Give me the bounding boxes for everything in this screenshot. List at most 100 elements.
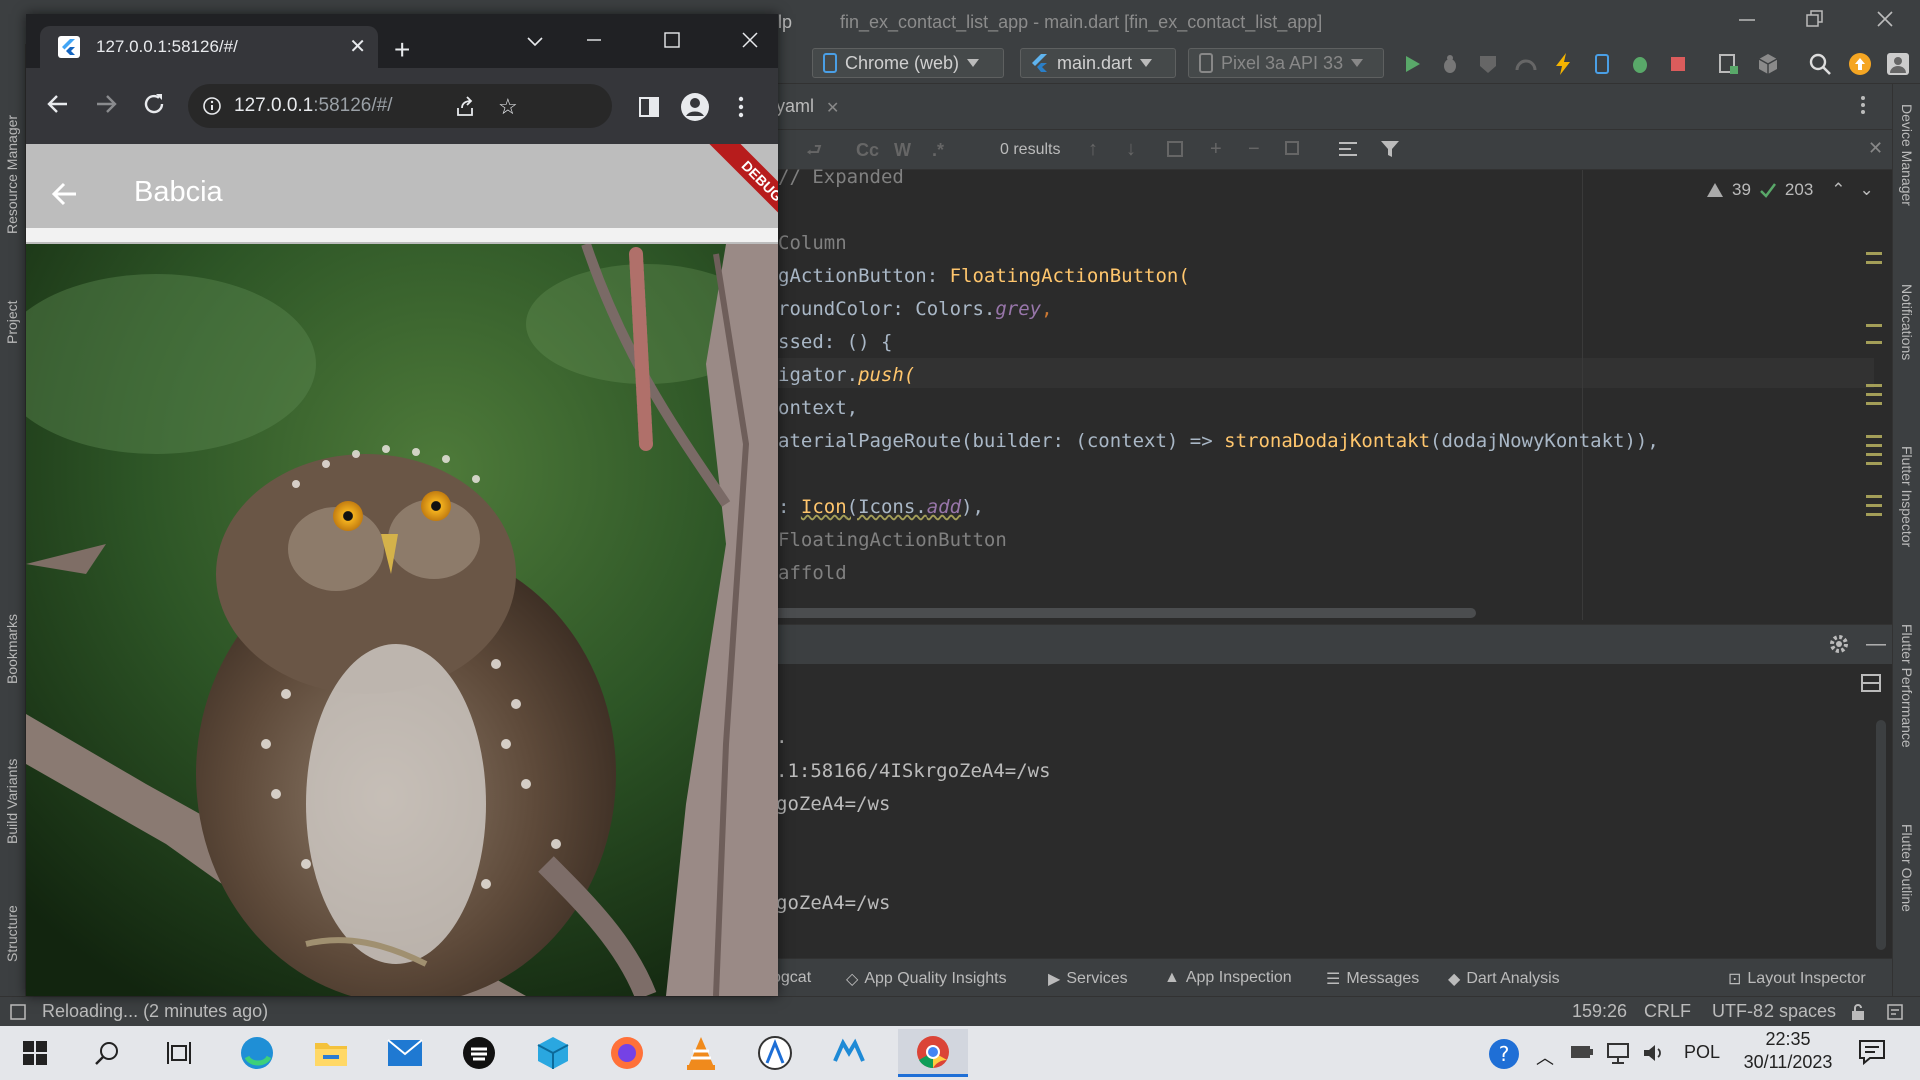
panel-project[interactable]: Project: [4, 300, 20, 344]
error-stripe[interactable]: [1866, 250, 1882, 590]
close-tab-icon[interactable]: ✕: [826, 98, 839, 118]
debug-icon[interactable]: [1438, 52, 1462, 76]
filter-lines-icon[interactable]: [1338, 139, 1358, 159]
clock[interactable]: 22:35 30/11/2023: [1740, 1029, 1836, 1073]
next-highlight-icon[interactable]: ⌄: [1860, 180, 1874, 200]
hot-reload-icon[interactable]: [1552, 52, 1576, 76]
more-tabs-icon[interactable]: [1860, 94, 1866, 116]
action-center-icon[interactable]: [1858, 1038, 1886, 1066]
close-tab-icon[interactable]: ✕: [349, 34, 366, 59]
stop-icon[interactable]: [1666, 52, 1690, 76]
panel-build-variants[interactable]: Build Variants: [4, 759, 20, 844]
minimize-icon[interactable]: [584, 30, 604, 50]
panel-notifications[interactable]: Notifications: [1899, 284, 1915, 360]
tool-tab-services[interactable]: ▶ Services: [1048, 969, 1128, 989]
flutter-tools-icon[interactable]: [820, 1031, 878, 1075]
url-text[interactable]: 127.0.0.1:58126/#/: [234, 95, 393, 117]
tool-tab-messages[interactable]: ☰ Messages: [1326, 969, 1419, 989]
maximize-icon[interactable]: [662, 30, 682, 50]
side-panel-icon[interactable]: [638, 96, 660, 118]
profile-icon[interactable]: [1514, 52, 1538, 76]
mail-icon[interactable]: [376, 1031, 434, 1075]
previous-occurrence-icon[interactable]: ↑: [1088, 138, 1098, 161]
panel-device-manager[interactable]: Device Manager: [1899, 104, 1915, 206]
file-explorer-icon[interactable]: [302, 1031, 360, 1075]
panel-flutter-inspector[interactable]: Flutter Inspector: [1899, 446, 1915, 547]
select-all-icon[interactable]: [1166, 140, 1184, 158]
tool-tab-app-quality-insights[interactable]: ◇ App Quality Insights: [846, 969, 1007, 989]
indent-setting[interactable]: 2 spaces: [1764, 1001, 1836, 1022]
emulator-selector[interactable]: Pixel 3a API 33: [1188, 48, 1384, 78]
profile-avatar-icon[interactable]: [680, 92, 710, 122]
status-window-icon[interactable]: [10, 1004, 26, 1020]
close-find-icon[interactable]: ✕: [1868, 138, 1883, 159]
app-circle-icon[interactable]: [450, 1031, 508, 1075]
back-icon[interactable]: [46, 92, 70, 116]
file-encoding[interactable]: UTF-8: [1712, 1001, 1763, 1022]
inspection-widget[interactable]: 39 203 ⌃ ⌄: [1706, 180, 1874, 200]
minimize-icon[interactable]: [1736, 8, 1758, 30]
attach-debugger-icon[interactable]: [1628, 52, 1652, 76]
match-case-toggle[interactable]: Cc: [856, 140, 879, 161]
panel-flutter-performance[interactable]: Flutter Performance: [1899, 624, 1915, 748]
notifications-icon[interactable]: [1886, 1003, 1904, 1021]
run-config-selector[interactable]: main.dart: [1020, 48, 1176, 78]
prev-highlight-icon[interactable]: ⌃: [1831, 180, 1845, 200]
firefox-icon[interactable]: [598, 1031, 656, 1075]
run-icon[interactable]: [1400, 52, 1424, 76]
panel-resource-manager[interactable]: Resource Manager: [4, 115, 20, 234]
input-language[interactable]: POL: [1684, 1042, 1720, 1063]
bookmark-star-icon[interactable]: ☆: [498, 94, 518, 120]
status-message[interactable]: Reloading... (2 minutes ago): [42, 1001, 268, 1022]
regex-toggle[interactable]: .*: [932, 140, 944, 161]
tool-tab-app-inspection[interactable]: ▲ App Inspection: [1164, 969, 1292, 987]
horizontal-scrollbar[interactable]: [770, 608, 1476, 618]
line-separator[interactable]: CRLF: [1644, 1001, 1691, 1022]
remove-occurrence-icon[interactable]: −: [1248, 138, 1260, 161]
update-icon[interactable]: [1848, 52, 1872, 76]
caret-position[interactable]: 159:26: [1572, 1001, 1627, 1022]
filter-icon[interactable]: [1380, 139, 1400, 159]
search-icon[interactable]: [78, 1031, 136, 1075]
new-tab-button[interactable]: +: [394, 34, 410, 66]
select-occurrences-icon[interactable]: [1284, 140, 1304, 158]
chrome-taskbar-icon[interactable]: [898, 1029, 968, 1077]
tool-tab-layout-inspector[interactable]: ⊡ Layout Inspector: [1728, 969, 1866, 989]
hot-restart-icon[interactable]: [1590, 52, 1614, 76]
address-bar[interactable]: 127.0.0.1:58126/#/ ☆: [188, 84, 612, 128]
restore-icon[interactable]: [1804, 8, 1826, 30]
coverage-icon[interactable]: [1476, 52, 1500, 76]
edge-browser-icon[interactable]: [228, 1031, 286, 1075]
cube-app-icon[interactable]: [524, 1031, 582, 1075]
device-selector[interactable]: Chrome (web): [812, 48, 1004, 78]
panel-bookmarks[interactable]: Bookmarks: [4, 614, 20, 684]
console-output[interactable]: . .1:58166/4ISkrgoZeA4=/ws goZeA4=/ws go…: [770, 664, 1892, 958]
lock-icon[interactable]: [1850, 1003, 1866, 1021]
browser-tab[interactable]: 127.0.0.1:58126/#/ ✕: [40, 26, 378, 68]
reload-icon[interactable]: [142, 92, 166, 116]
tab-search-icon[interactable]: [526, 32, 544, 50]
search-icon[interactable]: [1808, 52, 1832, 76]
forward-icon[interactable]: [94, 92, 118, 116]
android-studio-icon[interactable]: [746, 1031, 804, 1075]
start-button[interactable]: [6, 1031, 64, 1075]
console-scrollbar[interactable]: [1876, 720, 1886, 950]
help-icon[interactable]: ?: [1488, 1038, 1520, 1070]
code-editor[interactable]: 39 203 ⌃ ⌄ // Expanded Column gActionBut…: [770, 166, 1892, 620]
chrome-menu-icon[interactable]: [738, 96, 744, 118]
layout-toggle-icon[interactable]: [1860, 672, 1882, 694]
show-hidden-icons-icon[interactable]: ︿: [1536, 1044, 1554, 1070]
wrap-icon[interactable]: ⮐: [806, 138, 822, 168]
panel-structure[interactable]: Structure: [4, 905, 20, 962]
sdk-manager-icon[interactable]: [1756, 52, 1780, 76]
panel-flutter-outline[interactable]: Flutter Outline: [1899, 824, 1915, 912]
back-arrow-icon[interactable]: [50, 180, 78, 208]
battery-icon[interactable]: [1570, 1044, 1594, 1060]
editor-tab-yaml[interactable]: yaml: [776, 96, 814, 117]
add-occurrence-icon[interactable]: +: [1210, 138, 1222, 161]
close-icon[interactable]: [1874, 8, 1896, 30]
settings-gear-icon[interactable]: [1828, 633, 1850, 655]
tool-tab-dart-analysis[interactable]: ◆ Dart Analysis: [1448, 969, 1560, 989]
whole-word-toggle[interactable]: W: [894, 140, 911, 161]
close-window-icon[interactable]: [740, 30, 760, 50]
